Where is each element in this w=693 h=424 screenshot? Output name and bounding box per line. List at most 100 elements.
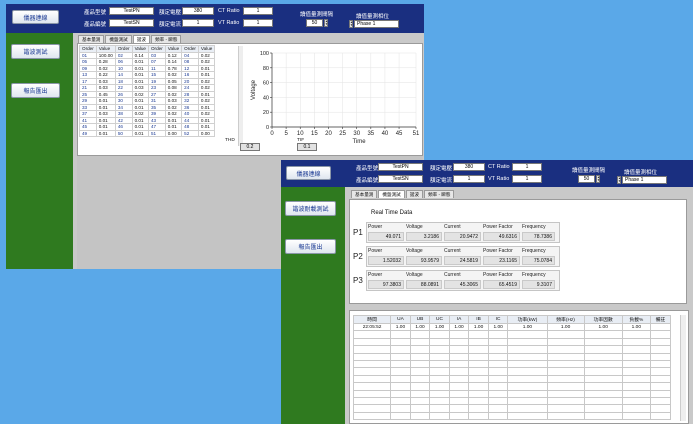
measure-value: 78.7386 bbox=[522, 232, 555, 241]
tab-panel-test[interactable]: 機盤測試 bbox=[378, 190, 405, 198]
measure-value: 75.0784 bbox=[522, 256, 555, 265]
y-tick-label: 20 bbox=[263, 110, 269, 116]
connect-button[interactable]: 儀器連線 bbox=[286, 166, 331, 180]
log-cell bbox=[429, 389, 450, 398]
log-cell bbox=[352, 352, 392, 361]
rated-current-input[interactable]: 1 bbox=[182, 19, 214, 27]
log-cell bbox=[649, 359, 672, 369]
log-col-header: IB bbox=[468, 315, 489, 324]
log-cell bbox=[583, 374, 623, 384]
table-row[interactable] bbox=[352, 389, 672, 398]
phase-input[interactable]: Phase 1 bbox=[622, 176, 667, 184]
ripple-load-test-button[interactable]: 諧波耐載測試 bbox=[285, 201, 336, 216]
log-cell bbox=[583, 382, 623, 391]
log-cell bbox=[468, 337, 489, 347]
harmonic-value-cell: 0.01 bbox=[131, 129, 149, 137]
log-cell bbox=[649, 322, 672, 332]
measure-label: Voltage bbox=[406, 272, 423, 278]
rated-current-label: 額定電流 bbox=[159, 22, 182, 28]
log-cell bbox=[546, 374, 585, 384]
measure-value: 93.9579 bbox=[406, 256, 442, 265]
table-row[interactable] bbox=[352, 337, 672, 347]
table-row[interactable] bbox=[352, 396, 672, 406]
y-axis-label: Voltage bbox=[251, 79, 257, 100]
report-export-button[interactable]: 報告匯出 bbox=[285, 239, 336, 254]
harmonic-test-button[interactable]: 諧波測試 bbox=[11, 44, 60, 59]
log-col-header: IC bbox=[487, 315, 509, 324]
realtime-panel: Real Time Data P1 Power 49.071 Voltage 3.218… bbox=[349, 199, 687, 304]
report-export-button[interactable]: 報告匯出 bbox=[11, 83, 60, 98]
phase-input[interactable]: Phase 1 bbox=[354, 20, 399, 28]
rated-voltage-input[interactable]: 380 bbox=[453, 163, 485, 171]
harmonic-value-cell: 0.01 bbox=[95, 129, 116, 137]
product-serial-label: 產品編號 bbox=[356, 178, 379, 184]
tab-basic[interactable]: 基本量測 bbox=[351, 190, 378, 198]
x-tick-label: 40 bbox=[382, 131, 389, 137]
vt-ratio-label: VT Ratio bbox=[488, 176, 510, 182]
log-cell bbox=[507, 352, 548, 361]
product-model-input[interactable]: TestPN bbox=[109, 7, 154, 15]
table-row[interactable] bbox=[352, 404, 672, 413]
interval-input[interactable]: 50 bbox=[578, 175, 595, 183]
chart-area: 0 20 40 60 80 100 0 5 10 15 20 25 30 35 40 45 51 Time Volt… bbox=[246, 45, 422, 155]
ct-ratio-input[interactable]: 1 bbox=[512, 163, 542, 171]
log-cell bbox=[468, 359, 489, 369]
tab-harmonic[interactable]: 諧波 bbox=[405, 190, 423, 198]
table-row[interactable] bbox=[352, 374, 672, 384]
table-row[interactable] bbox=[352, 382, 672, 391]
harmonic-panel: Order Value Order Value Order Value Order Value… bbox=[77, 43, 423, 156]
table-row[interactable]: 49 0.01 50 0.01 51 0.00 52 0.00 bbox=[79, 129, 216, 137]
ct-ratio-input[interactable]: 1 bbox=[243, 7, 273, 15]
log-cell bbox=[621, 382, 651, 391]
table-row[interactable] bbox=[352, 411, 672, 421]
log-cell bbox=[468, 367, 489, 376]
harmonic-table-scrollbar[interactable] bbox=[238, 46, 243, 146]
vt-ratio-input[interactable]: 1 bbox=[512, 175, 542, 183]
measure-value: 88.0891 bbox=[406, 280, 442, 289]
log-cell bbox=[448, 337, 470, 347]
tab-frequency[interactable]: 頻率 - 瞬態 bbox=[150, 35, 182, 43]
measure-value: 49.6316 bbox=[483, 232, 520, 241]
rated-current-input[interactable]: 1 bbox=[453, 175, 485, 183]
tab-panel-test[interactable]: 機盤測試 bbox=[105, 35, 132, 43]
measure-value: 3.2186 bbox=[406, 232, 442, 241]
product-model-input[interactable]: TestPN bbox=[378, 163, 423, 171]
log-cell bbox=[448, 345, 470, 354]
interval-input[interactable]: 50 bbox=[306, 19, 323, 27]
log-cell bbox=[487, 345, 509, 354]
product-model-label: 產品型號 bbox=[356, 166, 379, 172]
interval-spinner[interactable]: ▲ ▼ bbox=[324, 19, 328, 27]
table-row[interactable] bbox=[352, 359, 672, 369]
tab-harmonic[interactable]: 諧波 bbox=[132, 35, 150, 43]
log-cell bbox=[390, 389, 411, 398]
table-row[interactable] bbox=[352, 352, 672, 361]
product-serial-input[interactable]: TestSN bbox=[378, 175, 423, 183]
measure-label: Frequency bbox=[522, 272, 546, 278]
harmonic-order-cell: 49 bbox=[79, 129, 97, 137]
harmonic-order-cell: 50 bbox=[114, 129, 133, 137]
table-row[interactable] bbox=[352, 367, 672, 376]
phase-name: P2 bbox=[353, 252, 363, 261]
log-cell bbox=[507, 404, 548, 413]
log-cell bbox=[487, 411, 509, 421]
log-cell bbox=[583, 337, 623, 347]
rated-voltage-input[interactable]: 380 bbox=[182, 7, 214, 15]
interval-spinner[interactable]: ▲ ▼ bbox=[596, 175, 600, 183]
connect-button[interactable]: 儀器連線 bbox=[12, 10, 59, 24]
table-row[interactable]: 22:05:52 1.00 1.00 1.00 1.00 1.00 1.00 1.00 1.00… bbox=[352, 322, 672, 332]
tab-frequency[interactable]: 頻率 - 瞬態 bbox=[423, 190, 455, 198]
log-cell bbox=[448, 396, 470, 406]
log-cell bbox=[409, 330, 431, 339]
table-row[interactable] bbox=[352, 345, 672, 354]
product-serial-input[interactable]: TestSN bbox=[109, 19, 154, 27]
phase-spinner[interactable]: ▲ ▼ bbox=[349, 20, 353, 28]
log-scrollbar[interactable] bbox=[680, 315, 686, 421]
tab-basic[interactable]: 基本量測 bbox=[78, 35, 105, 43]
log-cell bbox=[546, 389, 585, 398]
phase-spinner[interactable]: ▲ ▼ bbox=[617, 176, 621, 184]
log-col-header: 備註 bbox=[649, 315, 672, 324]
table-row[interactable] bbox=[352, 330, 672, 339]
vt-ratio-input[interactable]: 1 bbox=[243, 19, 273, 27]
harmonic-col-header: Order bbox=[114, 45, 133, 53]
log-cell bbox=[621, 411, 651, 421]
